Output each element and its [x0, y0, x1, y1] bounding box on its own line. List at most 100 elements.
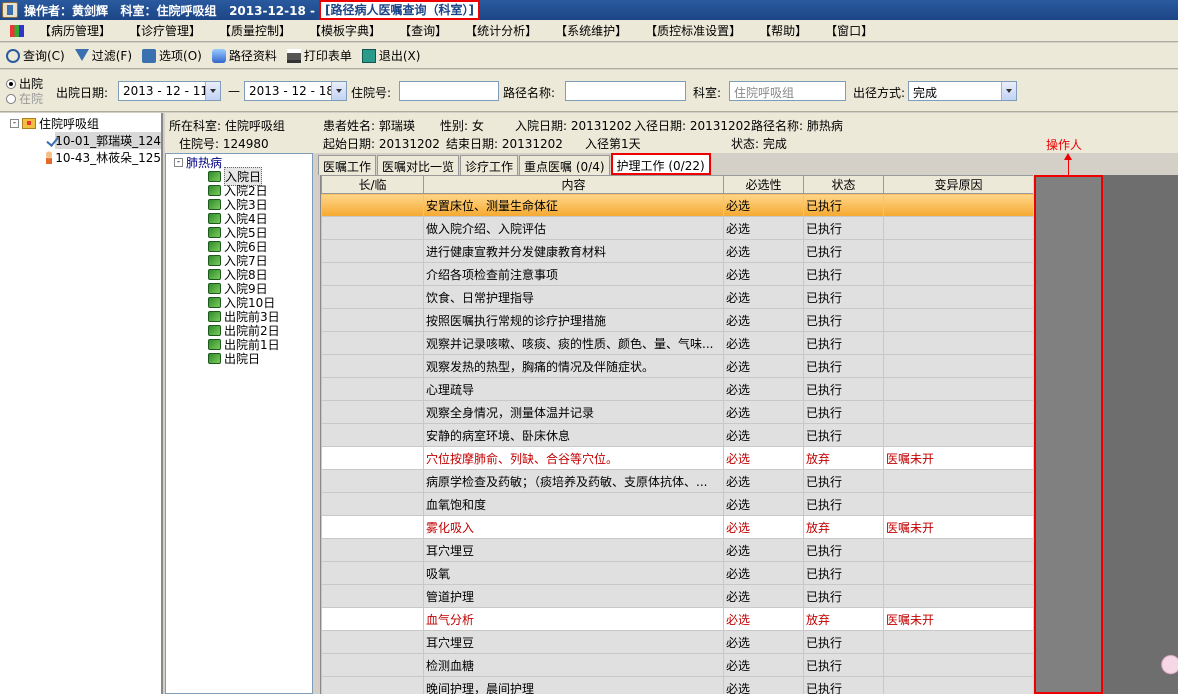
- tab-orders[interactable]: 医嘱工作: [318, 155, 377, 175]
- cell-reason[interactable]: [883, 653, 1033, 677]
- cell-type[interactable]: [321, 216, 424, 240]
- table-row[interactable]: 按照医嘱执行常规的诊疗护理措施 必选 已执行: [321, 308, 1033, 332]
- cell-required[interactable]: 必选: [723, 515, 804, 539]
- cell-required[interactable]: 必选: [723, 676, 804, 694]
- cell-required[interactable]: 必选: [723, 492, 804, 516]
- tab-diagnosis-work[interactable]: 诊疗工作: [460, 155, 519, 175]
- cell-reason[interactable]: [883, 331, 1033, 355]
- cell-content[interactable]: 吸氧: [423, 561, 724, 585]
- cell-required[interactable]: 必选: [723, 446, 804, 470]
- chevron-down-icon[interactable]: [331, 82, 346, 100]
- cell-content[interactable]: 血气分析: [423, 607, 724, 631]
- cell-reason[interactable]: 医嘱未开: [883, 607, 1033, 631]
- menu-statistics[interactable]: 【统计分析】: [456, 22, 546, 39]
- chevron-down-icon[interactable]: [205, 82, 220, 100]
- print-form-button[interactable]: 打印表单: [286, 47, 352, 64]
- cell-required[interactable]: 必选: [723, 423, 804, 447]
- cell-reason[interactable]: [883, 193, 1033, 217]
- cell-required[interactable]: 必选: [723, 331, 804, 355]
- cell-type[interactable]: [321, 653, 424, 677]
- cell-status[interactable]: 已执行: [803, 492, 884, 516]
- cell-type[interactable]: [321, 331, 424, 355]
- cell-status[interactable]: 已执行: [803, 538, 884, 562]
- tab-orders-compare[interactable]: 医嘱对比一览: [377, 155, 460, 175]
- chevron-down-icon[interactable]: [1001, 82, 1016, 100]
- cell-status[interactable]: 已执行: [803, 308, 884, 332]
- cell-status[interactable]: 已执行: [803, 239, 884, 263]
- cell-reason[interactable]: 医嘱未开: [883, 515, 1033, 539]
- cell-content[interactable]: 心理疏导: [423, 377, 724, 401]
- tree-patient-2[interactable]: 10-43_林莜朵_125: [0, 149, 161, 166]
- cell-type[interactable]: [321, 538, 424, 562]
- admission-no-input[interactable]: [399, 81, 499, 101]
- menu-app-icon[interactable]: [10, 24, 24, 37]
- cell-required[interactable]: 必选: [723, 239, 804, 263]
- cell-reason[interactable]: 医嘱未开: [883, 446, 1033, 470]
- dept-input[interactable]: 住院呼吸组: [729, 81, 846, 101]
- cell-required[interactable]: 必选: [723, 607, 804, 631]
- menu-diagnosis[interactable]: 【诊疗管理】: [120, 22, 210, 39]
- cell-required[interactable]: 必选: [723, 308, 804, 332]
- cell-reason[interactable]: [883, 400, 1033, 424]
- table-row[interactable]: 耳穴埋豆 必选 已执行: [321, 630, 1033, 654]
- radio-inpatient[interactable]: 在院: [6, 91, 43, 106]
- col-header-reason[interactable]: 变异原因: [883, 175, 1033, 194]
- table-row[interactable]: 管道护理 必选 已执行: [321, 584, 1033, 608]
- cell-type[interactable]: [321, 676, 424, 694]
- cell-content[interactable]: 安置床位、测量生命体征: [423, 193, 724, 217]
- cell-reason[interactable]: [883, 538, 1033, 562]
- cell-content[interactable]: 晚间护理，晨间护理: [423, 676, 724, 694]
- menu-medical-records[interactable]: 【病历管理】: [30, 22, 120, 39]
- cell-required[interactable]: 必选: [723, 193, 804, 217]
- date-to-picker[interactable]: 2013 - 12 - 18: [244, 81, 347, 101]
- cell-type[interactable]: [321, 239, 424, 263]
- menu-system-maintenance[interactable]: 【系统维护】: [546, 22, 636, 39]
- cell-content[interactable]: 观察全身情况，测量体温并记录: [423, 400, 724, 424]
- cell-reason[interactable]: [883, 216, 1033, 240]
- menu-template-dictionary[interactable]: 【模板字典】: [300, 22, 390, 39]
- cell-reason[interactable]: [883, 308, 1033, 332]
- table-row[interactable]: 吸氧 必选 已执行: [321, 561, 1033, 585]
- table-row[interactable]: 血气分析 必选 放弃 医嘱未开: [321, 607, 1033, 631]
- cell-content[interactable]: 饮食、日常护理指导: [423, 285, 724, 309]
- cell-reason[interactable]: [883, 239, 1033, 263]
- cell-type[interactable]: [321, 377, 424, 401]
- cell-content[interactable]: 雾化吸入: [423, 515, 724, 539]
- cell-status[interactable]: 已执行: [803, 377, 884, 401]
- cell-status[interactable]: 已执行: [803, 423, 884, 447]
- cell-status[interactable]: 已执行: [803, 561, 884, 585]
- cell-type[interactable]: [321, 446, 424, 470]
- cell-reason[interactable]: [883, 377, 1033, 401]
- cell-status[interactable]: 已执行: [803, 653, 884, 677]
- cell-reason[interactable]: [883, 469, 1033, 493]
- cell-content[interactable]: 做入院介绍、入院评估: [423, 216, 724, 240]
- col-header-type[interactable]: 长/临: [321, 175, 424, 194]
- table-row[interactable]: 晚间护理，晨间护理 必选 已执行: [321, 676, 1033, 694]
- tab-nursing-work[interactable]: 护理工作 (0/22): [610, 153, 711, 175]
- table-row[interactable]: 安置床位、测量生命体征 必选 已执行: [321, 193, 1033, 217]
- cell-reason[interactable]: [883, 285, 1033, 309]
- cell-required[interactable]: 必选: [723, 354, 804, 378]
- cell-content[interactable]: 检测血糖: [423, 653, 724, 677]
- cell-content[interactable]: 观察发热的热型，胸痛的情况及伴随症状。: [423, 354, 724, 378]
- cell-status[interactable]: 已执行: [803, 285, 884, 309]
- cell-required[interactable]: 必选: [723, 630, 804, 654]
- cell-required[interactable]: 必选: [723, 561, 804, 585]
- table-row[interactable]: 穴位按摩肺俞、列缺、合谷等穴位。 必选 放弃 医嘱未开: [321, 446, 1033, 470]
- exit-mode-select[interactable]: 完成: [908, 81, 1017, 101]
- cell-type[interactable]: [321, 354, 424, 378]
- cell-type[interactable]: [321, 607, 424, 631]
- table-row[interactable]: 观察并记录咳嗽、咳痰、痰的性质、颜色、量、气味... 必选 已执行: [321, 331, 1033, 355]
- cell-status[interactable]: 已执行: [803, 400, 884, 424]
- cell-content[interactable]: 耳穴埋豆: [423, 538, 724, 562]
- path-data-button[interactable]: 路径资料: [211, 47, 277, 64]
- table-row[interactable]: 进行健康宣教并分发健康教育材料 必选 已执行: [321, 239, 1033, 263]
- radio-dot[interactable]: [6, 93, 16, 104]
- cell-status[interactable]: 已执行: [803, 262, 884, 286]
- cell-reason[interactable]: [883, 584, 1033, 608]
- cell-content[interactable]: 进行健康宣教并分发健康教育材料: [423, 239, 724, 263]
- cell-status[interactable]: 已执行: [803, 469, 884, 493]
- tree-root-dept[interactable]: - 住院呼吸组: [0, 115, 161, 132]
- cell-status[interactable]: 放弃: [803, 515, 884, 539]
- cell-required[interactable]: 必选: [723, 262, 804, 286]
